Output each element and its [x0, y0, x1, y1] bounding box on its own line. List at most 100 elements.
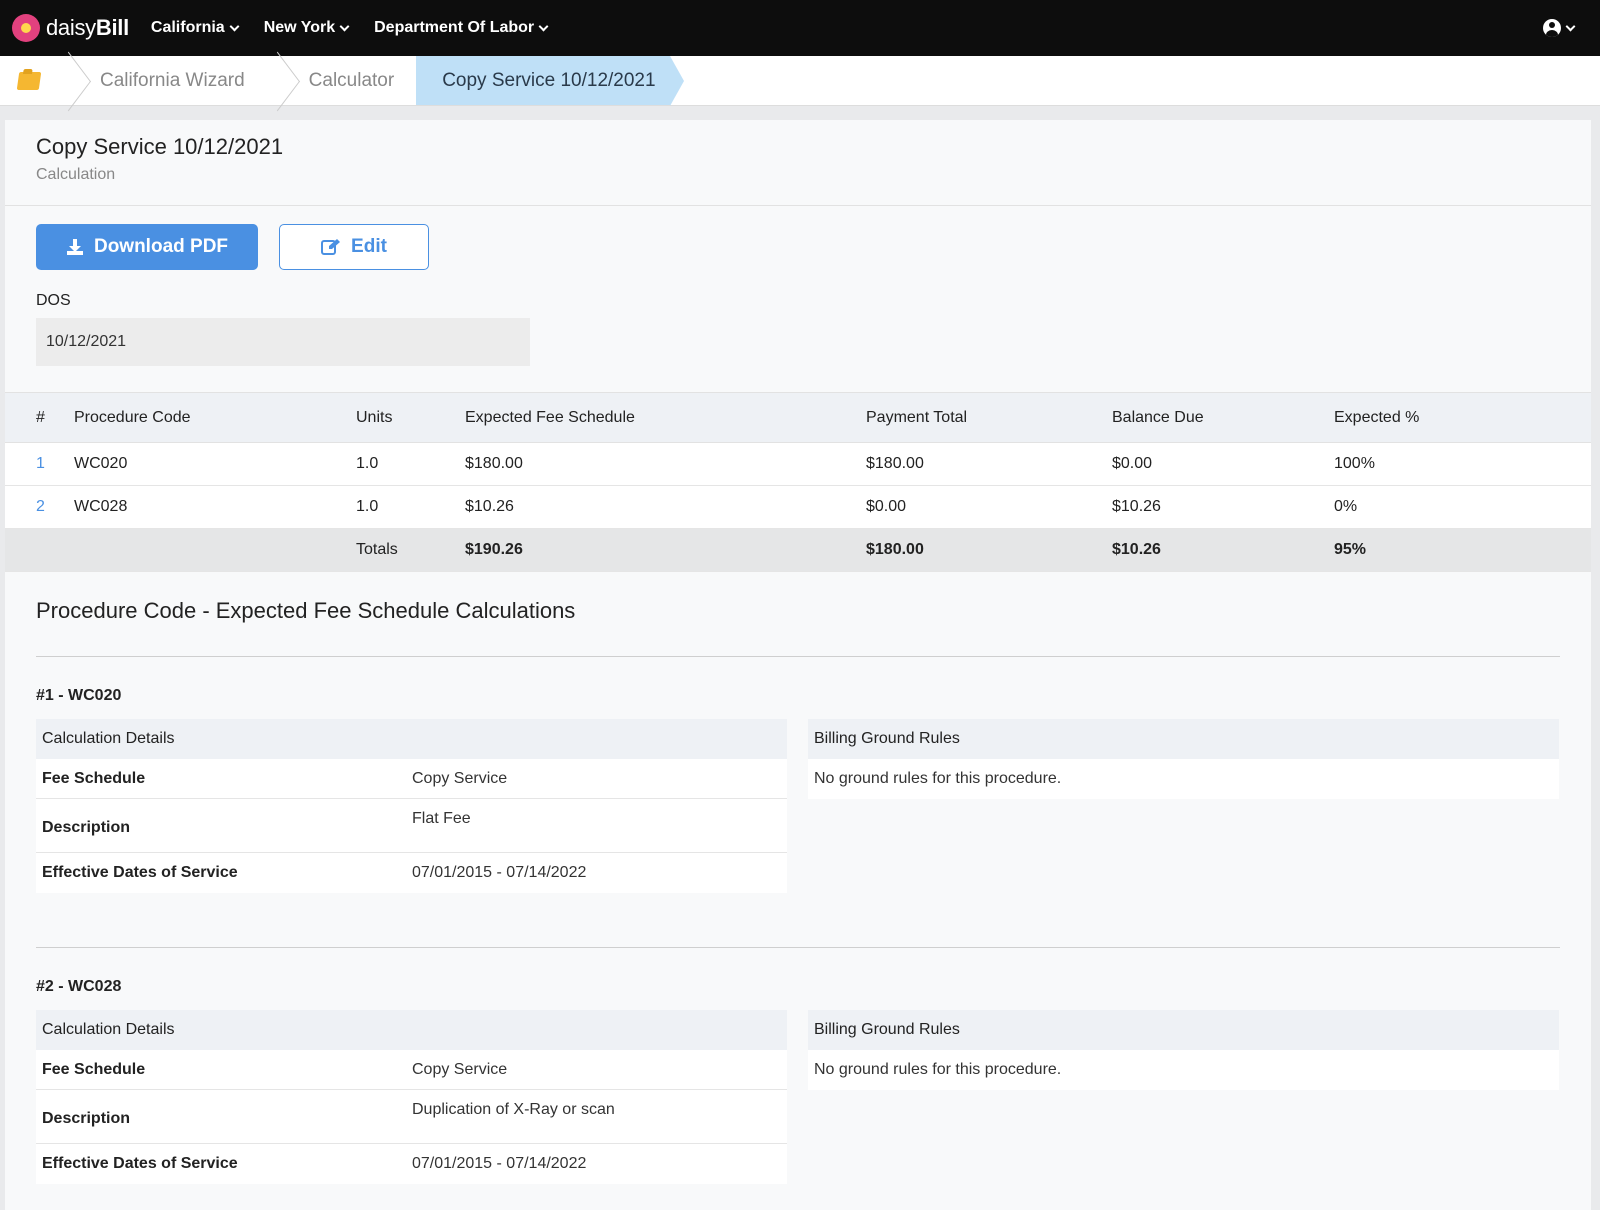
table-cell: $180.00	[866, 442, 1112, 486]
billing-ground-rules: Billing Ground Rules No ground rules for…	[808, 719, 1559, 893]
table-cell: WC028	[74, 485, 356, 529]
action-bar: Download PDF Edit	[5, 206, 1591, 270]
procedure-title: #2 - WC028	[36, 978, 122, 995]
folder-icon	[16, 71, 42, 90]
procedure-calculation: Calculation Details Fee Schedule Copy Se…	[5, 719, 1591, 893]
table-cell: 100%	[1334, 442, 1591, 486]
chevron-down-icon	[538, 21, 549, 31]
detail-row-effective-dates: Effective Dates of Service 07/01/2015 - …	[36, 853, 787, 893]
detail-value: Copy Service	[412, 1060, 508, 1078]
total-percent: 95%	[1334, 528, 1591, 572]
breadcrumb-california-wizard[interactable]: California Wizard	[74, 56, 267, 105]
detail-label: Effective Dates of Service	[42, 864, 238, 881]
breadcrumb: California Wizard Calculator Copy Servic…	[0, 56, 1600, 106]
row-number-link[interactable]: 2	[36, 498, 45, 515]
billing-ground-rules-header: Billing Ground Rules	[808, 1010, 1559, 1050]
page-header: Copy Service 10/12/2021 Calculation	[5, 120, 1591, 206]
column-header-payment-total: Payment Total	[866, 392, 1112, 443]
column-header-procedure-code: Procedure Code	[74, 392, 356, 443]
totals-row: Totals $190.26 $180.00 $10.26 95%	[5, 528, 1591, 572]
column-header-expected-fee: Expected Fee Schedule	[465, 392, 866, 443]
detail-value: Copy Service	[412, 769, 508, 787]
total-expected: $190.26	[465, 528, 866, 572]
nav-menu-new-york[interactable]: New York	[263, 19, 350, 37]
table-header-row: # Procedure Code Units Expected Fee Sche…	[5, 392, 1591, 443]
row-number-link[interactable]: 1	[36, 455, 45, 472]
table-cell: $180.00	[465, 442, 866, 486]
chevron-down-icon	[339, 21, 350, 31]
dos-label: DOS	[36, 292, 71, 309]
top-navbar: daisyBill California New York Department…	[0, 0, 1600, 56]
breadcrumb-arrow	[669, 56, 684, 106]
table-cell: WC020	[74, 442, 356, 486]
nav-menu-department-of-labor[interactable]: Department Of Labor	[374, 19, 549, 37]
dos-field[interactable]	[36, 318, 530, 366]
calculation-details-header: Calculation Details	[36, 1010, 787, 1050]
total-payment: $180.00	[866, 528, 1112, 572]
calculation-details: Calculation Details Fee Schedule Copy Se…	[36, 719, 787, 893]
nav-label: California	[150, 19, 225, 36]
chevron-down-icon	[229, 21, 240, 31]
breadcrumb-calculator[interactable]: Calculator	[283, 56, 417, 105]
column-header-units: Units	[356, 392, 465, 443]
detail-row-fee-schedule: Fee Schedule Copy Service	[36, 1050, 787, 1090]
calculation-details-header: Calculation Details	[36, 719, 787, 759]
breadcrumb-separator	[267, 56, 283, 105]
column-header-expected-percent: Expected %	[1334, 392, 1591, 443]
table-cell: $0.00	[866, 485, 1112, 529]
detail-value: 07/01/2015 - 07/14/2022	[412, 864, 587, 881]
ground-rules-text: No ground rules for this procedure.	[808, 1050, 1559, 1090]
table-row: 2 WC028 1.0 $10.26 $0.00 $10.26 0%	[5, 485, 1591, 529]
user-menu[interactable]	[1543, 19, 1576, 37]
procedure-calculation: Calculation Details Fee Schedule Copy Se…	[5, 1010, 1591, 1184]
page-subtitle: Calculation	[36, 166, 116, 183]
detail-label: Effective Dates of Service	[42, 1155, 238, 1172]
table-row: 1 WC020 1.0 $180.00 $180.00 $0.00 100%	[5, 442, 1591, 486]
user-avatar-icon	[1543, 19, 1561, 37]
detail-label: Fee Schedule	[42, 769, 146, 787]
ground-rules-text: No ground rules for this procedure.	[808, 759, 1559, 799]
procedures-table: # Procedure Code Units Expected Fee Sche…	[5, 392, 1591, 572]
totals-label: Totals	[356, 528, 465, 572]
breadcrumb-current: Copy Service 10/12/2021	[416, 56, 670, 105]
download-pdf-button[interactable]: Download PDF	[36, 224, 258, 270]
billing-ground-rules-header: Billing Ground Rules	[808, 719, 1559, 759]
column-header-number: #	[5, 392, 74, 443]
detail-label: Description	[42, 819, 131, 836]
table-cell: 1.0	[356, 485, 465, 529]
detail-value: Flat Fee	[412, 810, 471, 827]
column-header-balance-due: Balance Due	[1112, 392, 1334, 443]
nav-label: New York	[263, 19, 336, 36]
daisy-flower-icon	[12, 14, 40, 42]
edit-button[interactable]: Edit	[279, 224, 429, 270]
detail-label: Fee Schedule	[42, 1060, 146, 1078]
table-cell: $10.26	[1112, 485, 1334, 529]
chevron-down-icon	[1565, 21, 1576, 31]
total-balance: $10.26	[1112, 528, 1334, 572]
edit-icon	[321, 239, 341, 255]
detail-row-fee-schedule: Fee Schedule Copy Service	[36, 759, 787, 799]
detail-row-description: Description Flat Fee	[36, 799, 787, 853]
nav-label: Department Of Labor	[374, 19, 535, 36]
detail-value: Duplication of X-Ray or scan	[412, 1101, 615, 1118]
detail-row-description: Description Duplication of X-Ray or scan	[36, 1090, 787, 1144]
daisybill-logo[interactable]: daisyBill	[12, 14, 129, 42]
logo-text: daisyBill	[46, 15, 129, 40]
edit-label: Edit	[351, 236, 387, 257]
download-icon	[66, 239, 83, 255]
detail-value: 07/01/2015 - 07/14/2022	[412, 1155, 587, 1172]
table-cell: $10.26	[465, 485, 866, 529]
download-pdf-label: Download PDF	[93, 236, 229, 257]
table-cell: 1.0	[356, 442, 465, 486]
page-title: Copy Service 10/12/2021	[36, 134, 284, 159]
table-cell: 0%	[1334, 485, 1591, 529]
calculations-section-title: Procedure Code - Expected Fee Schedule C…	[36, 598, 576, 623]
table-cell: $0.00	[1112, 442, 1334, 486]
nav-menu-california[interactable]: California	[150, 19, 240, 37]
procedure-title: #1 - WC020	[36, 687, 122, 704]
main-panel: Copy Service 10/12/2021 Calculation Down…	[5, 120, 1591, 1210]
billing-ground-rules: Billing Ground Rules No ground rules for…	[808, 1010, 1559, 1184]
detail-label: Description	[42, 1110, 131, 1127]
calculation-details: Calculation Details Fee Schedule Copy Se…	[36, 1010, 787, 1184]
breadcrumb-separator	[58, 56, 74, 105]
